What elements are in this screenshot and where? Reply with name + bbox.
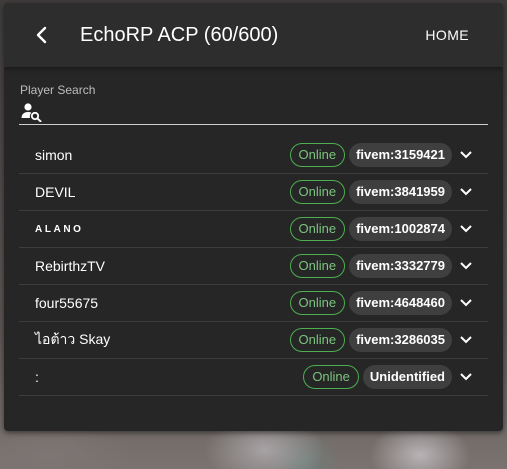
identifier-chip: fivem:3159421 <box>349 143 452 167</box>
player-name: RebirthzTV <box>35 258 106 274</box>
identifier-chip: fivem:3332779 <box>349 254 452 278</box>
back-button[interactable] <box>22 15 62 55</box>
home-button[interactable]: HOME <box>425 27 469 43</box>
search-label: Player Search <box>20 83 96 97</box>
chevron-left-icon <box>36 26 47 44</box>
chevron-down-icon <box>460 299 472 307</box>
status-chip: Online <box>289 217 346 241</box>
expand-button[interactable] <box>452 141 480 169</box>
identifier-chip: fivem:4648460 <box>349 291 452 315</box>
player-row[interactable]: DEVIL Online fivem:3841959 <box>19 174 488 211</box>
search-field <box>19 100 488 125</box>
expand-button[interactable] <box>452 289 480 317</box>
expand-button[interactable] <box>452 326 480 354</box>
status-chip: Online <box>289 291 346 315</box>
player-name: four55675 <box>35 295 99 311</box>
status-chip: Online <box>289 254 346 278</box>
player-row[interactable]: : Online Unidentified <box>19 359 488 396</box>
player-search-input[interactable] <box>49 101 488 123</box>
chevron-down-icon <box>460 225 472 233</box>
player-row[interactable]: ALANO Online fivem:1002874 <box>19 211 488 248</box>
page-title: EchoRP ACP (60/600) <box>80 23 279 46</box>
player-name: ALANO <box>35 223 84 235</box>
player-row[interactable]: four55675 Online fivem:4648460 <box>19 285 488 322</box>
identifier-chip: fivem:3841959 <box>349 180 452 204</box>
identifier-chip: fivem:1002874 <box>349 217 452 241</box>
chevron-down-icon <box>460 373 472 381</box>
player-name: : <box>35 369 39 385</box>
chevron-down-icon <box>460 151 472 159</box>
player-name: DEVIL <box>35 184 76 200</box>
status-chip: Online <box>303 365 359 389</box>
player-list: simon Online fivem:3159421 DEVIL Online … <box>19 137 488 396</box>
admin-panel: EchoRP ACP (60/600) HOME Player Search s… <box>4 3 503 431</box>
status-chip: Online <box>289 328 346 352</box>
person-search-icon <box>21 103 42 122</box>
status-chip: Online <box>289 180 346 204</box>
expand-button[interactable] <box>452 252 480 280</box>
expand-button[interactable] <box>452 215 480 243</box>
player-row[interactable]: ไอต้าว Skay Online fivem:3286035 <box>19 322 488 359</box>
app-bar: EchoRP ACP (60/600) HOME <box>4 3 503 67</box>
player-name: simon <box>35 147 73 163</box>
player-name: ไอต้าว Skay <box>35 331 111 347</box>
player-row[interactable]: simon Online fivem:3159421 <box>19 137 488 174</box>
chevron-down-icon <box>460 262 472 270</box>
status-chip: Online <box>289 143 346 167</box>
expand-button[interactable] <box>452 178 480 206</box>
identifier-chip: fivem:3286035 <box>349 328 452 352</box>
chevron-down-icon <box>460 188 472 196</box>
identifier-chip: Unidentified <box>362 365 452 389</box>
expand-button[interactable] <box>452 363 480 391</box>
player-row[interactable]: RebirthzTV Online fivem:3332779 <box>19 248 488 285</box>
chevron-down-icon <box>460 336 472 344</box>
